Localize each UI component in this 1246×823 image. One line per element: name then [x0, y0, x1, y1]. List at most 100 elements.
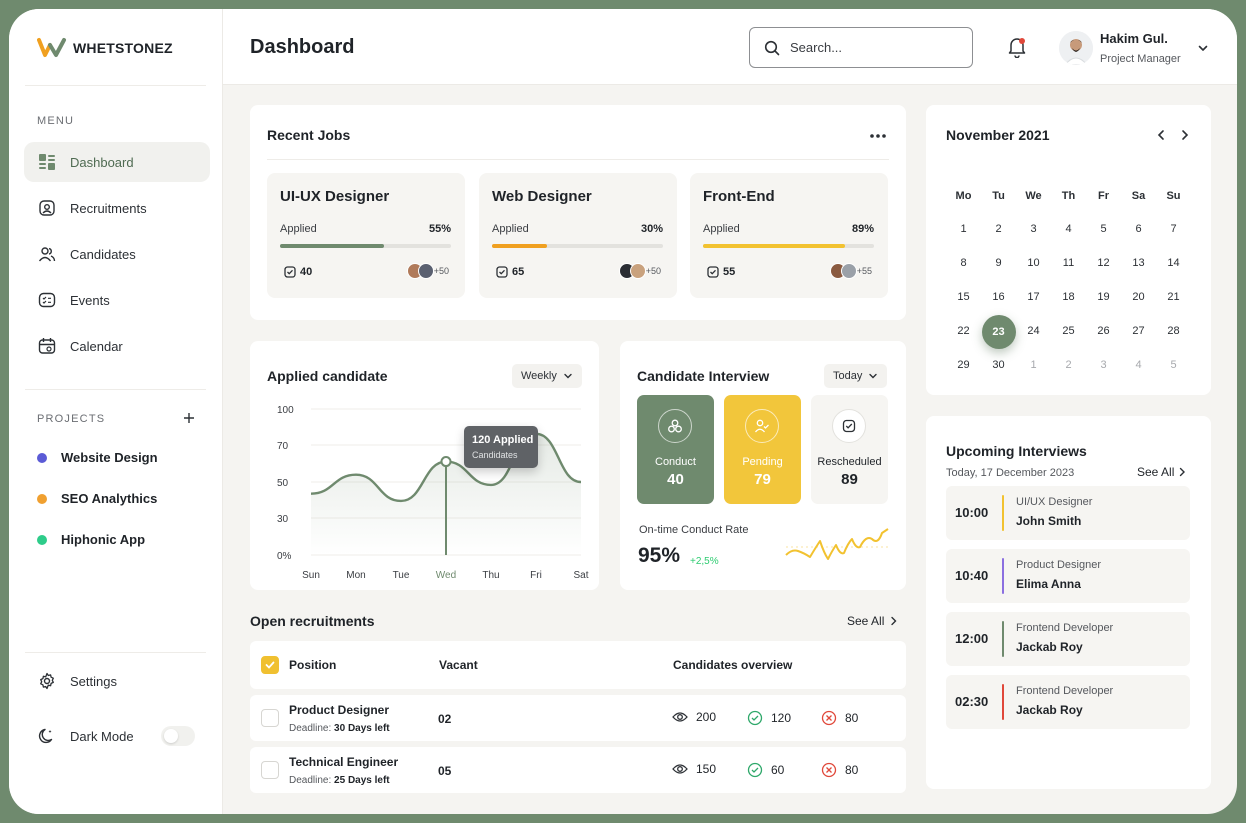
- calendar-day[interactable]: 2: [981, 223, 1016, 235]
- sidebar-item-label: Recruitments: [70, 200, 147, 216]
- calendar-day[interactable]: 12: [1086, 257, 1121, 269]
- calendar-day[interactable]: 2: [1051, 359, 1086, 371]
- calendar-day-selected[interactable]: 23: [981, 315, 1016, 349]
- chevron-left-icon[interactable]: [1156, 129, 1166, 141]
- interview-role: Product Designer: [1016, 559, 1101, 571]
- calendar-day[interactable]: 30: [981, 359, 1016, 371]
- calendar-day[interactable]: 16: [981, 291, 1016, 303]
- user-photo-icon: [1059, 31, 1093, 65]
- job-card-front-end[interactable]: Front-End Applied 89% 55 +55: [690, 173, 888, 298]
- sidebar-item-label: Events: [70, 292, 110, 308]
- add-project-icon[interactable]: [183, 412, 195, 424]
- calendar-day[interactable]: 6: [1121, 223, 1156, 235]
- avatar[interactable]: [1059, 31, 1093, 65]
- progress-track: [280, 244, 451, 248]
- sidebar-item-candidates[interactable]: Candidates: [24, 234, 210, 274]
- interview-item[interactable]: 10:40 Product Designer Elima Anna: [946, 549, 1190, 603]
- open-recruitments-see-all[interactable]: See All: [847, 614, 898, 628]
- project-color-dot: [37, 493, 47, 504]
- search-box[interactable]: [749, 27, 973, 68]
- user-check-icon: [754, 419, 769, 433]
- rescheduled-tile[interactable]: Rescheduled 89: [811, 395, 888, 504]
- dark-mode-label: Dark Mode: [70, 728, 134, 744]
- views-count: 150: [696, 762, 717, 776]
- calendar-day[interactable]: 3: [1016, 223, 1051, 235]
- table-row[interactable]: Product Designer Deadline: 30 Days left …: [250, 695, 906, 741]
- calendar-day[interactable]: 8: [946, 257, 981, 269]
- sidebar-item-dashboard[interactable]: Dashboard: [24, 142, 210, 182]
- sidebar-item-recruitments[interactable]: Recruitments: [24, 188, 210, 228]
- calendar-day[interactable]: 5: [1086, 223, 1121, 235]
- project-label: SEO Analythics: [61, 491, 158, 506]
- job-applied-percent: 30%: [640, 223, 663, 235]
- search-input[interactable]: [790, 40, 960, 55]
- calendar-day[interactable]: 18: [1051, 291, 1086, 303]
- row-vacant: 02: [438, 712, 452, 726]
- sidebar-item-label: Calendar: [70, 338, 123, 354]
- weekday-label: We: [1025, 190, 1042, 202]
- calendar-day[interactable]: 29: [946, 359, 981, 371]
- interview-item[interactable]: 12:00 Frontend Developer Jackab Roy: [946, 612, 1190, 666]
- calendar-day[interactable]: 3: [1086, 359, 1121, 371]
- calendar-day[interactable]: 1: [1016, 359, 1051, 371]
- pending-tile[interactable]: Pending 79: [724, 395, 801, 504]
- conduct-tile[interactable]: Conduct 40: [637, 395, 714, 504]
- project-item-seo-analythics[interactable]: SEO Analythics: [37, 491, 157, 506]
- calendar-day[interactable]: 21: [1156, 291, 1191, 303]
- calendar-day[interactable]: 24: [1016, 325, 1051, 337]
- calendar-day[interactable]: 17: [1016, 291, 1051, 303]
- calendar-day[interactable]: 26: [1086, 325, 1121, 337]
- interview-item[interactable]: 02:30 Frontend Developer Jackab Roy: [946, 675, 1190, 729]
- job-applied-percent: 55%: [428, 223, 451, 235]
- calendar-day[interactable]: 22: [946, 325, 981, 337]
- table-row[interactable]: Technical Engineer Deadline: 25 Days lef…: [250, 747, 906, 793]
- interview-role: Frontend Developer: [1016, 685, 1114, 697]
- recent-jobs-title: Recent Jobs: [267, 127, 351, 143]
- row-checkbox[interactable]: [261, 761, 279, 779]
- calendar-day[interactable]: 20: [1121, 291, 1156, 303]
- calendar-day[interactable]: 10: [1016, 257, 1051, 269]
- job-count: 65: [496, 266, 524, 278]
- logo[interactable]: WHETSTONEZ: [37, 37, 173, 59]
- calendar-day[interactable]: 5: [1156, 359, 1191, 371]
- applicant-avatar: [629, 263, 646, 279]
- job-title: Web Designer: [492, 188, 592, 205]
- calendar-day[interactable]: 14: [1156, 257, 1191, 269]
- rejected-count: 80: [845, 763, 859, 777]
- users-icon: [38, 247, 56, 262]
- dark-mode-toggle[interactable]: [161, 726, 195, 746]
- views-stat: 200: [672, 710, 716, 724]
- sidebar-item-settings[interactable]: Settings: [24, 661, 210, 701]
- calendar-day[interactable]: 11: [1051, 257, 1086, 269]
- chevron-down-icon[interactable]: [1197, 42, 1209, 54]
- calendar-day[interactable]: 15: [946, 291, 981, 303]
- more-icon[interactable]: [869, 133, 887, 139]
- sidebar-item-events[interactable]: Events: [24, 280, 210, 320]
- calendar-day[interactable]: 7: [1156, 223, 1191, 235]
- calendar-day[interactable]: 28: [1156, 325, 1191, 337]
- project-item-hiphonic-app[interactable]: Hiphonic App: [37, 532, 145, 547]
- row-checkbox[interactable]: [261, 709, 279, 727]
- sidebar-item-calendar[interactable]: Calendar: [24, 326, 210, 366]
- project-item-website-design[interactable]: Website Design: [37, 450, 158, 465]
- calendar-day[interactable]: 1: [946, 223, 981, 235]
- interview-period-dropdown[interactable]: Today: [824, 364, 888, 388]
- calendar-day[interactable]: 25: [1051, 325, 1086, 337]
- upcoming-see-all[interactable]: See All: [1137, 465, 1186, 479]
- calendar-day[interactable]: 13: [1121, 257, 1156, 269]
- interview-item[interactable]: 10:00 UI/UX Designer John Smith: [946, 486, 1190, 540]
- calendar-day[interactable]: 27: [1121, 325, 1156, 337]
- bell-icon[interactable]: [1007, 36, 1027, 58]
- calendar-day[interactable]: 19: [1086, 291, 1121, 303]
- calendar-day[interactable]: 4: [1051, 223, 1086, 235]
- rate-label: On-time Conduct Rate: [639, 524, 749, 536]
- chevron-right-icon[interactable]: [1180, 129, 1190, 141]
- rejected-stat: 80: [821, 762, 858, 778]
- job-card-ui-ux-designer[interactable]: UI-UX Designer Applied 55% 40 +50: [267, 173, 465, 298]
- calendar-day[interactable]: 9: [981, 257, 1016, 269]
- calendar-day[interactable]: 4: [1121, 359, 1156, 371]
- select-all-checkbox[interactable]: [261, 656, 279, 674]
- deadline-label: Deadline:: [289, 775, 332, 786]
- job-card-web-designer[interactable]: Web Designer Applied 30% 65 +50: [479, 173, 677, 298]
- chart-highlight-point[interactable]: [440, 456, 452, 468]
